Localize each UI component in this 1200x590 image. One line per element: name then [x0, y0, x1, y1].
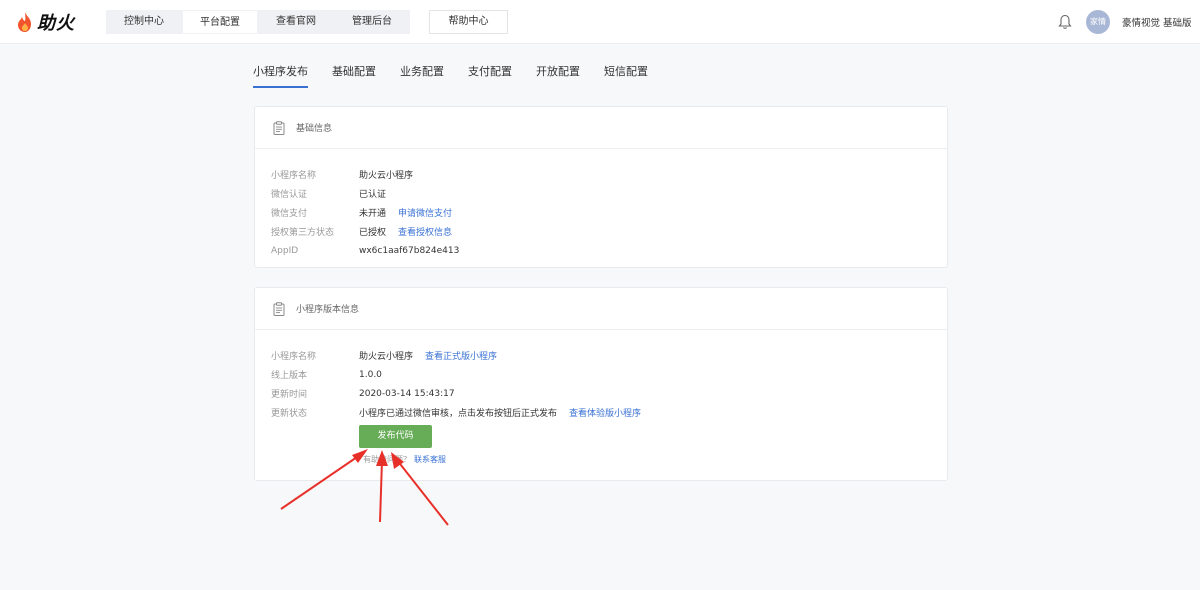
- row-label: 小程序名称: [271, 352, 317, 362]
- info-row-wechat-verify: 微信认证 已认证: [271, 184, 947, 203]
- nav-item-platform-config[interactable]: 平台配置: [182, 10, 258, 34]
- row-label: 小程序名称: [271, 171, 317, 181]
- card-title: 基础信息: [296, 124, 333, 134]
- flame-icon: [18, 12, 31, 32]
- version-row-name: 小程序名称 助火云小程序 查看正式版小程序: [271, 346, 947, 365]
- row-label: 微信认证: [271, 190, 308, 200]
- row-value: 已授权: [359, 228, 387, 238]
- basic-info-card: 基础信息 小程序名称 助火云小程序 微信认证 已认证 微信支付 未开通 申请微信…: [254, 106, 948, 268]
- tab-open-config[interactable]: 开放配置: [536, 63, 580, 88]
- row-label: 线上版本: [271, 371, 308, 381]
- help-center-button[interactable]: 帮助中心: [429, 10, 508, 34]
- tab-miniprogram-publish[interactable]: 小程序发布: [253, 63, 308, 88]
- row-label: 授权第三方状态: [271, 228, 335, 238]
- card-header: 基础信息: [255, 107, 947, 149]
- tab-business-config[interactable]: 业务配置: [400, 63, 444, 88]
- view-release-link[interactable]: 查看正式版小程序: [425, 349, 497, 362]
- row-label: 更新时间: [271, 390, 308, 400]
- row-value: 未开通: [359, 209, 387, 219]
- nav-item-control-center[interactable]: 控制中心: [106, 10, 182, 34]
- row-value: 小程序已通过微信审核，点击发布按钮后正式发布: [359, 409, 558, 419]
- version-row-updated: 更新时间 2020-03-14 15:43:17: [271, 384, 947, 403]
- tab-payment-config[interactable]: 支付配置: [468, 63, 512, 88]
- main-nav: 控制中心 平台配置 查看官网 管理后台: [106, 10, 410, 34]
- version-row-status: 更新状态 小程序已通过微信审核，点击发布按钮后正式发布 查看体验版小程序: [271, 403, 947, 422]
- info-row-wechat-pay: 微信支付 未开通 申请微信支付: [271, 203, 947, 222]
- row-value: 已认证: [359, 190, 387, 200]
- publish-code-button[interactable]: 发布代码: [359, 425, 432, 448]
- row-value: 1.0.0: [359, 369, 382, 380]
- version-row-online: 线上版本 1.0.0: [271, 365, 947, 384]
- contact-support-link[interactable]: 联系客服: [414, 455, 446, 464]
- row-label: 微信支付: [271, 209, 308, 219]
- row-label: AppID: [271, 245, 299, 256]
- help-line: 有助请问题？ 联系客服: [363, 454, 446, 465]
- row-value: wx6c1aaf67b824e413: [359, 245, 460, 256]
- tab-basic-config[interactable]: 基础配置: [332, 63, 376, 88]
- top-bar: 助火 控制中心 平台配置 查看官网 管理后台 帮助中心 家情 豪情视觉 基础版: [0, 0, 1200, 44]
- card-title: 小程序版本信息: [296, 305, 360, 315]
- clipboard-icon: [273, 301, 285, 316]
- bell-icon[interactable]: [1058, 14, 1072, 30]
- info-row-appid: AppID wx6c1aaf67b824e413: [271, 241, 947, 260]
- card-body: 小程序名称 助火云小程序 查看正式版小程序 线上版本 1.0.0 更新时间 20…: [255, 330, 947, 422]
- nav-item-admin[interactable]: 管理后台: [334, 10, 410, 34]
- logo-text: 助火: [37, 13, 75, 34]
- row-value: 2020-03-14 15:43:17: [359, 388, 455, 399]
- card-body: 小程序名称 助火云小程序 微信认证 已认证 微信支付 未开通 申请微信支付 授权…: [255, 149, 947, 260]
- card-header: 小程序版本信息: [255, 288, 947, 330]
- user-name[interactable]: 豪情视觉 基础版: [1122, 15, 1192, 29]
- info-row-auth-status: 授权第三方状态 已授权 查看授权信息: [271, 222, 947, 241]
- row-label: 更新状态: [271, 409, 308, 419]
- view-trial-link[interactable]: 查看体验版小程序: [569, 406, 641, 419]
- apply-wechat-pay-link[interactable]: 申请微信支付: [398, 206, 452, 219]
- avatar[interactable]: 家情: [1086, 10, 1110, 34]
- nav-item-official-site[interactable]: 查看官网: [258, 10, 334, 34]
- help-text: 有助请问题？: [363, 455, 411, 464]
- view-auth-info-link[interactable]: 查看授权信息: [398, 225, 452, 238]
- tab-sms-config[interactable]: 短信配置: [604, 63, 648, 88]
- info-row-name: 小程序名称 助火云小程序: [271, 165, 947, 184]
- row-value: 助火云小程序: [359, 171, 414, 181]
- logo[interactable]: 助火: [16, 10, 75, 34]
- clipboard-icon: [273, 120, 285, 135]
- row-value: 助火云小程序: [359, 352, 414, 362]
- version-info-card: 小程序版本信息 小程序名称 助火云小程序 查看正式版小程序 线上版本 1.0.0…: [254, 287, 948, 481]
- config-tabs: 小程序发布 基础配置 业务配置 支付配置 开放配置 短信配置: [253, 63, 672, 88]
